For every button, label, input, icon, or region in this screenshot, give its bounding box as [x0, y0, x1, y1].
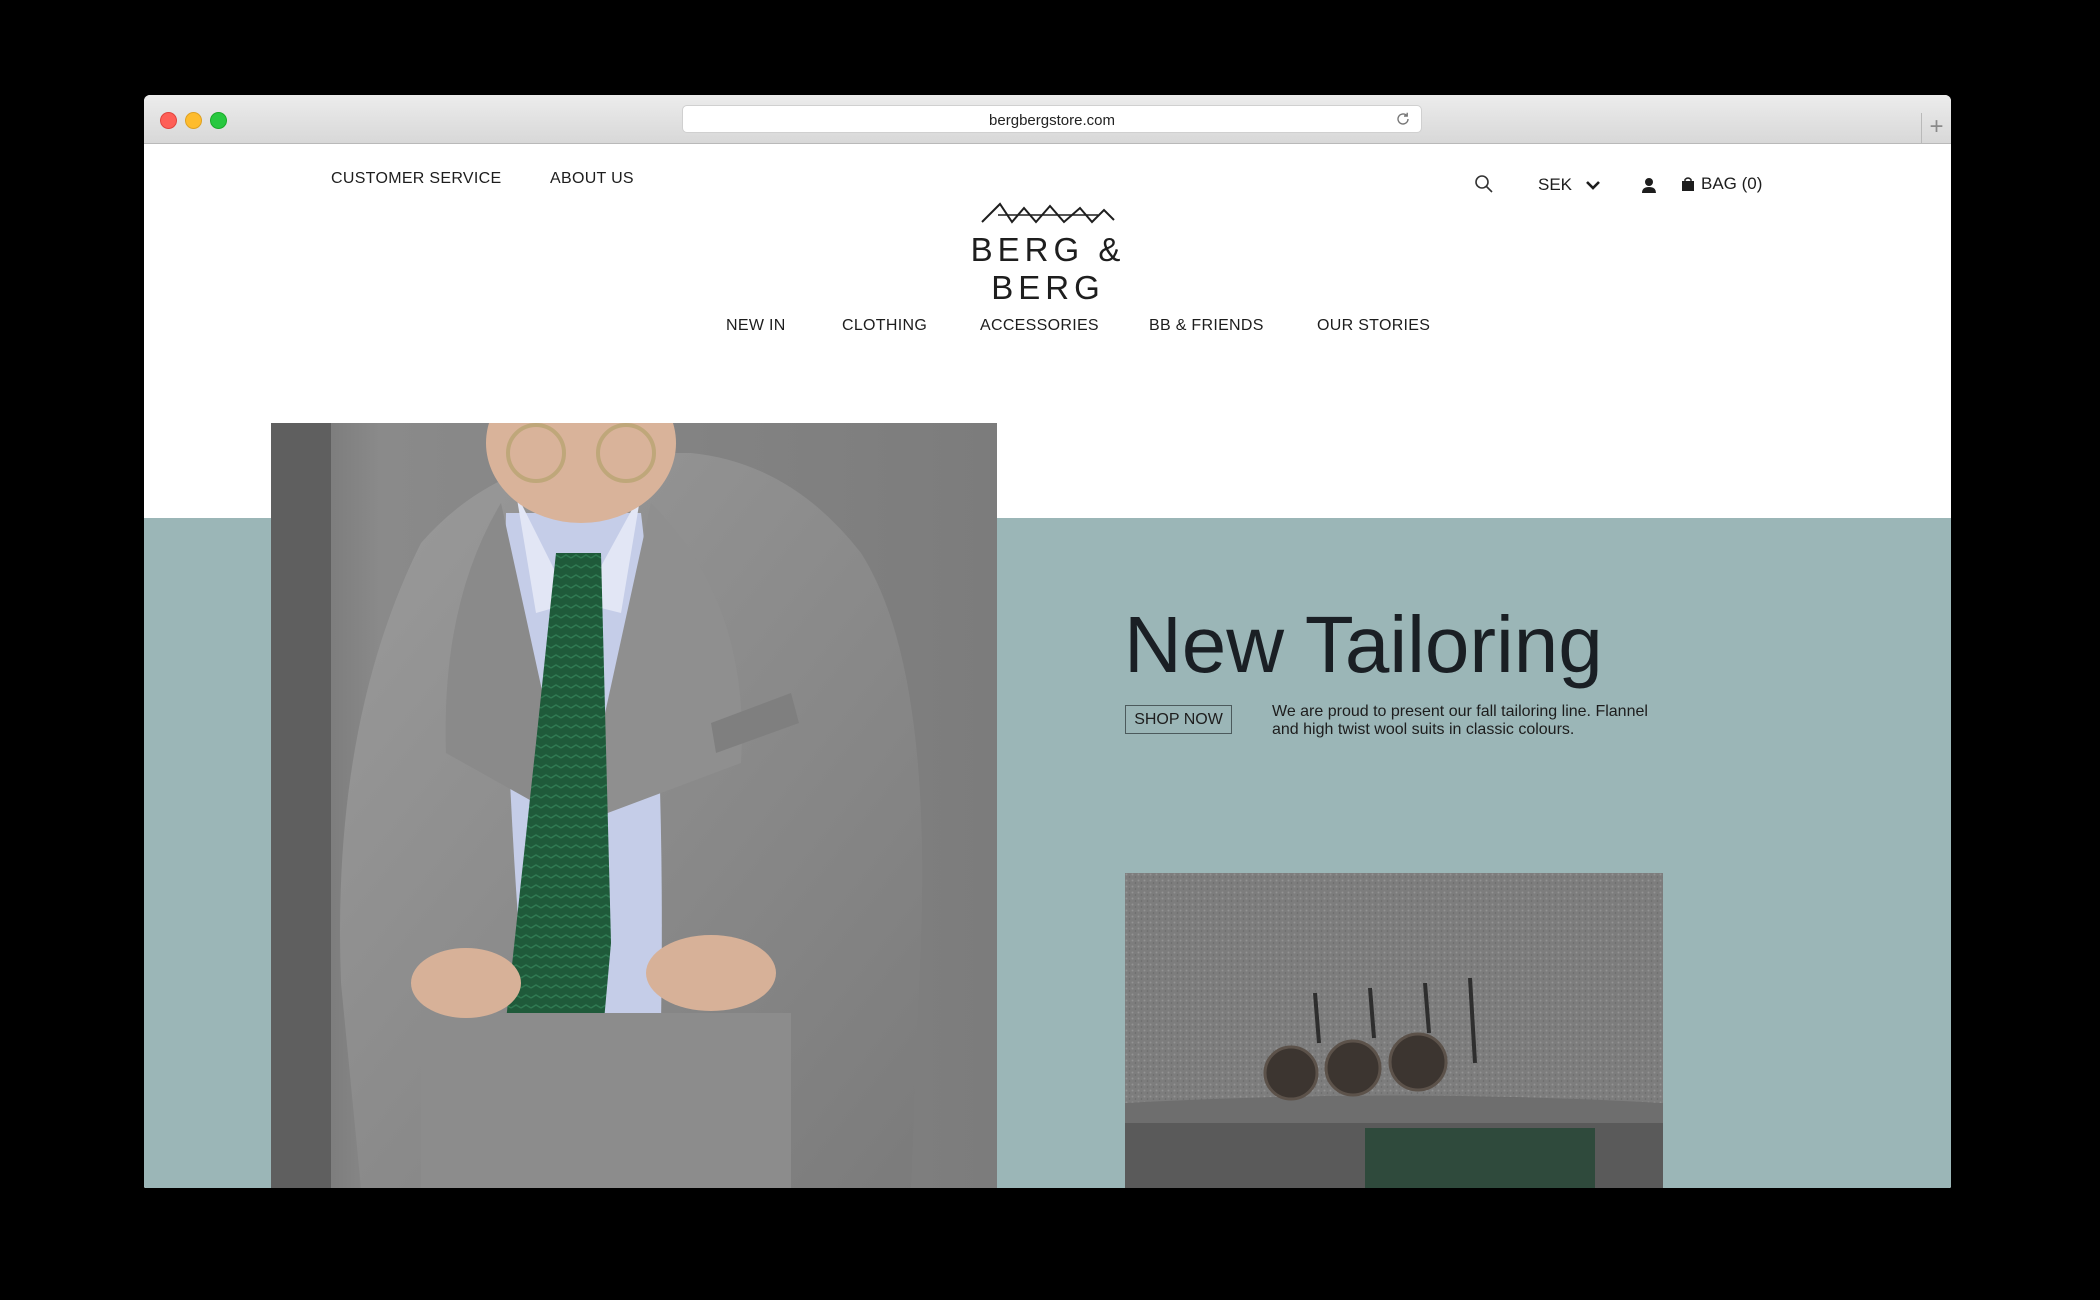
chevron-down-icon[interactable] — [1585, 178, 1601, 192]
user-icon[interactable] — [1640, 176, 1658, 194]
minimize-window-button[interactable] — [185, 112, 202, 129]
currency-selector[interactable]: SEK — [1538, 175, 1572, 195]
bag-icon — [1682, 177, 1694, 191]
close-window-button[interactable] — [160, 112, 177, 129]
zoom-window-button[interactable] — [210, 112, 227, 129]
browser-window: bergbergstore.com + CUSTOMER SERVICE ABO… — [144, 95, 1951, 1188]
nav-accessories[interactable]: ACCESSORIES — [980, 317, 1099, 335]
search-icon[interactable] — [1474, 174, 1494, 194]
about-us-link[interactable]: ABOUT US — [550, 170, 634, 188]
store-logo[interactable]: BERG & BERG — [924, 231, 1172, 307]
address-bar[interactable]: bergbergstore.com — [682, 105, 1422, 133]
nav-our-stories[interactable]: OUR STORIES — [1317, 317, 1430, 335]
nav-clothing[interactable]: CLOTHING — [842, 317, 927, 335]
sleeve-detail-image[interactable] — [1125, 873, 1663, 1188]
hero-description: We are proud to present our fall tailori… — [1272, 703, 1648, 738]
logo-mountain-icon — [981, 202, 1115, 224]
customer-service-link[interactable]: CUSTOMER SERVICE — [331, 170, 501, 188]
sleeve-photo-illustration — [1125, 873, 1663, 1188]
store-page: CUSTOMER SERVICE ABOUT US BERG & BERG SE… — [144, 144, 1951, 1188]
reload-icon[interactable] — [1395, 111, 1411, 127]
nav-bb-friends[interactable]: BB & FRIENDS — [1149, 317, 1264, 335]
hero-title: New Tailoring — [1124, 600, 1603, 689]
bag-label: BAG (0) — [1701, 174, 1763, 193]
browser-titlebar: bergbergstore.com + — [144, 95, 1951, 144]
shopping-bag-button[interactable]: BAG (0) — [1680, 173, 1762, 195]
hero-photo-illustration — [271, 423, 997, 1188]
hero-image-man-in-suit[interactable] — [271, 423, 997, 1188]
shop-now-button[interactable]: SHOP NOW — [1125, 705, 1232, 734]
new-tab-button[interactable]: + — [1921, 113, 1951, 143]
address-url: bergbergstore.com — [989, 112, 1115, 129]
nav-new-in[interactable]: NEW IN — [726, 317, 786, 335]
